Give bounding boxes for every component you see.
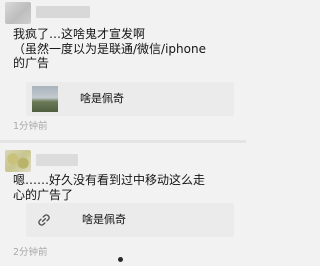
post-text-line: 心的广告了 (13, 187, 74, 202)
feed-post: 嗯……好久没有看到过中移动这么走 心的广告了 啥是佩奇 2分钟前 (0, 143, 246, 266)
avatar[interactable] (5, 150, 31, 172)
post-text-line: 的广告 (13, 56, 50, 70)
post-text: 我疯了…这啥鬼才宣发啊 （虽然一度以为是联通/微信/iphone 的广告 (13, 27, 243, 71)
avatar[interactable] (5, 2, 31, 24)
comment-feed: 我疯了…这啥鬼才宣发啊 （虽然一度以为是联通/微信/iphone 的广告 啥是佩… (0, 0, 246, 266)
post-text-line: 我疯了…这啥鬼才宣发啊 (13, 27, 146, 41)
link-card-title: 啥是佩奇 (82, 213, 126, 226)
post-text: 嗯……好久没有看到过中移动这么走 心的广告了 (13, 173, 243, 202)
post-timestamp: 2分钟前 (13, 247, 48, 258)
more-indicator-dot (118, 257, 123, 262)
link-icon (38, 214, 50, 226)
user-name-redacted[interactable] (36, 6, 90, 18)
shared-link-card[interactable]: 啥是佩奇 (26, 203, 234, 237)
link-card-title: 啥是佩奇 (80, 92, 124, 105)
post-timestamp: 1分钟前 (13, 121, 48, 132)
link-thumbnail (32, 86, 58, 112)
user-name-redacted[interactable] (36, 154, 78, 166)
feed-post: 我疯了…这啥鬼才宣发啊 （虽然一度以为是联通/微信/iphone 的广告 啥是佩… (0, 0, 246, 140)
post-text-line: 嗯……好久没有看到过中移动这么走 (13, 173, 206, 187)
post-text-line: （虽然一度以为是联通/微信/iphone (13, 41, 206, 56)
shared-link-card[interactable]: 啥是佩奇 (26, 82, 234, 116)
